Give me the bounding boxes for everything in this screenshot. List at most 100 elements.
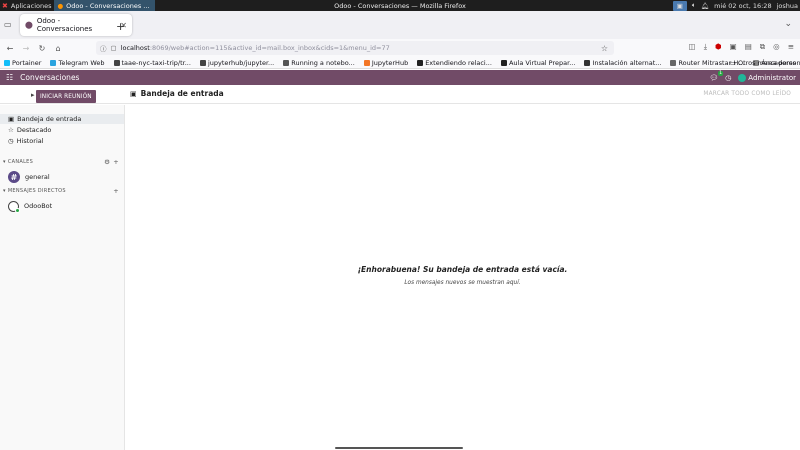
bookmark-label: Portainer xyxy=(12,58,42,67)
sidebar-item-history[interactable]: ◷ Historial xyxy=(0,136,124,146)
bookmark-favicon-icon xyxy=(4,59,10,66)
extensions-icon[interactable]: ⧉ xyxy=(760,42,765,52)
bookmark-item[interactable]: Telegram Web xyxy=(50,58,105,67)
chevron-down-icon[interactable]: ▾ xyxy=(3,188,6,194)
dm-label: OdooBot xyxy=(24,202,53,210)
firefox-view-icon[interactable]: ▭ xyxy=(4,20,12,29)
page-icon: ▢ xyxy=(110,44,117,52)
bookmark-favicon-icon xyxy=(670,59,677,66)
app-name[interactable]: Conversaciones xyxy=(20,73,79,82)
add-channel-icon[interactable]: + xyxy=(113,158,119,166)
account-icon[interactable]: ◎ xyxy=(773,42,780,52)
bookmark-item[interactable]: JupyterHub xyxy=(363,58,409,67)
channels-header: CANALES xyxy=(7,158,34,165)
odoobot-avatar xyxy=(8,200,20,213)
firefox-icon: ● xyxy=(57,1,64,10)
thread-view: ¡Enhorabuena! Su bandeja de entrada está… xyxy=(125,105,800,450)
os-top-panel: ✖ Aplicaciones ● Odoo - Conversaciones .… xyxy=(0,0,800,11)
bookmark-item[interactable]: Running a notebo... xyxy=(283,59,355,67)
bookmark-favicon-icon xyxy=(584,59,591,66)
channels-category[interactable]: ▾ CANALES ⚙ + xyxy=(0,157,124,166)
extension-icon[interactable]: ▣ xyxy=(730,42,737,52)
url-path: :8069/web#action=115&active_id=mail.box_… xyxy=(149,44,390,52)
bookmark-item[interactable]: Aula Virtual Prepar... xyxy=(500,58,576,67)
bookmark-favicon-icon xyxy=(363,59,370,66)
new-tab-icon[interactable]: + xyxy=(116,20,125,33)
channel-hash-icon: # xyxy=(8,171,20,183)
bookmark-favicon-icon xyxy=(283,59,290,66)
notification-bell-icon[interactable]: 🔔︎ xyxy=(701,2,709,10)
bookmark-label: taae-nyc-taxi-trip/tr... xyxy=(121,58,191,67)
container-icon[interactable]: ▤ xyxy=(745,42,752,52)
page-info-icon[interactable]: ⓘ xyxy=(100,43,107,53)
pocket-icon[interactable]: ◫ xyxy=(689,42,696,52)
activity-clock-icon[interactable]: ◷ xyxy=(725,74,731,82)
bookmark-label: Instalación alternat... xyxy=(592,58,662,67)
browser-tabstrip: ▭ ⬤ Odoo - Conversaciones ✕ + ⌄ xyxy=(0,11,800,39)
apps-menu-icon[interactable]: ✖ xyxy=(2,2,8,10)
sidebar-item-starred[interactable]: ☆ Destacado xyxy=(0,125,124,135)
bookmark-item[interactable]: Portainer xyxy=(4,59,41,67)
back-arrow-icon[interactable]: ← xyxy=(4,44,16,53)
bookmark-item[interactable]: jupyterhub/jupyter... xyxy=(199,59,274,67)
start-meeting-button[interactable]: INICIAR REUNIÓN xyxy=(36,90,96,103)
chevron-down-icon[interactable]: ▾ xyxy=(3,159,6,165)
clock[interactable]: mié 02 oct, 16:28 xyxy=(714,2,772,10)
inbox-icon: ▣ xyxy=(8,115,15,123)
gear-icon[interactable]: ⚙ xyxy=(104,158,110,166)
control-panel: ▸ INICIAR REUNIÓN ▣ Bandeja de entrada M… xyxy=(0,85,800,104)
url-host: localhost xyxy=(120,44,150,52)
sidebar-item-channel-general[interactable]: # general xyxy=(0,170,124,184)
list-all-tabs-icon[interactable]: ⌄ xyxy=(784,19,792,29)
bookmark-favicon-icon xyxy=(199,59,206,66)
page-title-label: Bandeja de entrada xyxy=(140,89,224,98)
user-name: Administrator xyxy=(748,73,796,82)
dm-header: MENSAJES DIRECTOS xyxy=(7,187,66,194)
downloads-icon[interactable]: ⤓ xyxy=(704,42,707,52)
messages-badge: 1 xyxy=(718,70,724,76)
home-icon[interactable]: ⌂ xyxy=(52,44,64,53)
direct-messages-category[interactable]: ▾ MENSAJES DIRECTOS + xyxy=(0,186,124,195)
other-bookmarks[interactable]: ▭ Otros marcadores xyxy=(730,59,796,67)
bookmark-label: Telegram Web xyxy=(58,58,105,67)
os-taskbar-firefox[interactable]: ● Odoo - Conversaciones ... xyxy=(54,0,156,11)
volume-icon[interactable]: 🔈︎ xyxy=(692,1,696,10)
bookmark-star-icon[interactable]: ☆ xyxy=(601,44,608,53)
chat-bubbles-icon: 💬︎ xyxy=(709,73,719,82)
odoo-favicon-icon: ⬤ xyxy=(25,21,33,29)
apps-menu-label[interactable]: Aplicaciones xyxy=(11,2,52,10)
bookmark-label: JupyterHub xyxy=(371,58,409,67)
other-bookmarks-label: Otros marcadores xyxy=(737,58,796,67)
sidebar-item-dm-odoobot[interactable]: OdooBot xyxy=(0,199,124,213)
star-icon: ☆ xyxy=(8,126,14,134)
sidebar-item-inbox[interactable]: ▣ Bandeja de entrada xyxy=(0,114,124,124)
reload-icon[interactable]: ↻ xyxy=(36,44,48,53)
hamburger-menu-icon[interactable]: ≡ xyxy=(788,42,794,52)
tray-app-icon[interactable]: ▣ xyxy=(672,0,687,11)
bookmark-label: Running a notebo... xyxy=(291,58,355,67)
user-menu-odoo[interactable]: Administrator xyxy=(738,73,796,82)
discuss-sidebar: ▣ Bandeja de entrada ☆ Destacado ◷ Histo… xyxy=(0,105,125,450)
bookmark-item[interactable]: Instalación alternat... xyxy=(584,59,661,67)
sidebar-item-label: Historial xyxy=(16,137,44,145)
mark-all-read-button[interactable]: MARCAR TODO COMO LEÍDO xyxy=(703,91,791,97)
url-bar[interactable]: ⓘ ▢ localhost:8069/web#action=115&active… xyxy=(96,41,614,55)
bookmark-favicon-icon xyxy=(417,59,424,66)
ublock-icon[interactable]: ⬢ xyxy=(715,42,722,52)
history-icon: ◷ xyxy=(8,137,14,145)
messaging-menu[interactable]: 💬︎ 1 xyxy=(709,70,724,82)
inbox-icon: ▣ xyxy=(130,89,137,98)
empty-inbox-subtitle: Los mensajes nuevos se muestran aquí. xyxy=(404,280,521,286)
sidebar-item-label: Destacado xyxy=(16,126,52,134)
browser-navbar: ← → ↻ ⌂ ⓘ ▢ localhost:8069/web#action=11… xyxy=(0,39,800,57)
bookmark-favicon-icon xyxy=(113,59,120,66)
bookmark-item[interactable]: Extendiendo relaci... xyxy=(417,59,492,67)
camera-icon: ▸ xyxy=(31,91,35,99)
apps-grid-icon[interactable]: ☷ xyxy=(6,73,13,82)
user-menu[interactable]: joshua xyxy=(777,2,798,10)
odoo-navbar: ☷ Conversaciones 💬︎ 1 ◷ Administrator xyxy=(0,70,800,85)
add-dm-icon[interactable]: + xyxy=(113,187,119,195)
bookmark-label: Aula Virtual Prepar... xyxy=(508,58,576,67)
forward-arrow-icon[interactable]: → xyxy=(20,44,32,53)
bookmark-item[interactable]: taae-nyc-taxi-trip/tr... xyxy=(113,58,191,67)
